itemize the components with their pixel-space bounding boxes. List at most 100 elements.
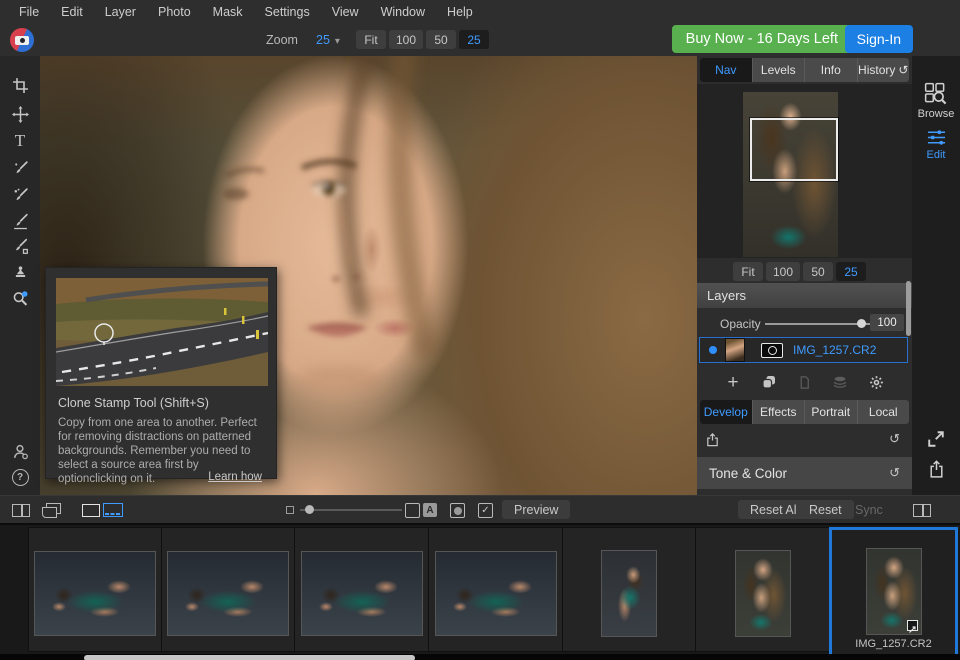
- erase-brush-icon[interactable]: [0, 233, 40, 259]
- compare-split-view-icon[interactable]: [12, 504, 30, 517]
- buy-now-button[interactable]: Buy Now - 16 Days Left: [672, 25, 852, 53]
- thumb-size-slider-handle[interactable]: [305, 505, 314, 514]
- menu-photo[interactable]: Photo: [147, 5, 202, 19]
- filmstrip-thumb[interactable]: [866, 548, 922, 635]
- help-icon[interactable]: [0, 464, 40, 490]
- menu-edit[interactable]: Edit: [50, 5, 94, 19]
- stacked-view-icon[interactable]: [46, 503, 61, 514]
- zoom-50-button[interactable]: 50: [426, 30, 456, 49]
- edit-module-tabs: Develop Effects Portrait Local: [700, 400, 909, 424]
- filmstrip-view-icon[interactable]: [103, 503, 123, 517]
- merge-layers-button[interactable]: [830, 372, 850, 392]
- preview-button[interactable]: Preview: [502, 500, 570, 519]
- tab-develop[interactable]: Develop: [700, 400, 753, 424]
- opacity-slider-handle[interactable]: [857, 319, 866, 328]
- menu-mask[interactable]: Mask: [202, 5, 254, 19]
- zoom-fit-button[interactable]: Fit: [356, 30, 386, 49]
- duplicate-layer-button[interactable]: [759, 372, 779, 392]
- filmstrip-cell[interactable]: [28, 527, 162, 652]
- save-preset-icon[interactable]: [705, 432, 720, 453]
- zoom-dropdown-value: 25: [316, 33, 330, 47]
- dual-pane-icon[interactable]: [913, 504, 931, 517]
- background-plain-icon[interactable]: [405, 503, 420, 518]
- filmstrip-thumb[interactable]: [601, 550, 657, 637]
- menu-window[interactable]: Window: [370, 5, 436, 19]
- question-mark-glyph: [12, 469, 29, 486]
- filmstrip-thumb[interactable]: [435, 551, 557, 636]
- single-view-icon[interactable]: [82, 504, 100, 517]
- navigator-thumbnail[interactable]: [743, 92, 838, 257]
- tone-color-section-header[interactable]: Tone & Color: [697, 457, 912, 489]
- expand-icon: [927, 430, 945, 448]
- masking-brush-icon[interactable]: [0, 182, 40, 208]
- layers-section-header[interactable]: Layers: [697, 283, 912, 308]
- soft-proof-icon[interactable]: [450, 503, 465, 518]
- navigator-view-rectangle[interactable]: [750, 118, 838, 181]
- develop-quick-row: [697, 427, 912, 455]
- filmstrip-cell[interactable]: [161, 527, 295, 652]
- filmstrip-cell-selected[interactable]: IMG_1257.CR2: [829, 527, 958, 658]
- move-tool-icon[interactable]: [0, 101, 40, 127]
- learn-how-link[interactable]: Learn how: [208, 471, 262, 483]
- filmstrip-cell[interactable]: [695, 527, 830, 652]
- menu-layer[interactable]: Layer: [94, 5, 147, 19]
- zoom-25-button[interactable]: 25: [459, 30, 489, 49]
- develop-reset-icon[interactable]: [889, 431, 900, 447]
- nav-zoom-25-button[interactable]: 25: [836, 262, 866, 281]
- filmstrip-thumb[interactable]: [301, 551, 423, 636]
- thumb-size-slider-track[interactable]: [300, 509, 402, 511]
- filmstrip-thumb[interactable]: [167, 551, 289, 636]
- clone-stamp-icon[interactable]: [0, 259, 40, 285]
- menu-help[interactable]: Help: [436, 5, 484, 19]
- show-labels-icon[interactable]: [423, 503, 437, 517]
- sync-button[interactable]: Sync: [843, 500, 895, 519]
- zoom-view-tool-icon[interactable]: [0, 285, 40, 311]
- tab-info[interactable]: Info: [805, 58, 858, 82]
- tab-effects[interactable]: Effects: [753, 400, 806, 424]
- filmstrip-cell[interactable]: [294, 527, 429, 652]
- export-share-button[interactable]: [912, 460, 960, 479]
- zoom-100-button[interactable]: 100: [389, 30, 423, 49]
- browse-icon: [924, 82, 948, 106]
- nav-zoom-fit-button[interactable]: Fit: [733, 262, 763, 281]
- app-window: File Edit Layer Photo Mask Settings View…: [0, 0, 960, 660]
- opacity-value[interactable]: 100: [870, 314, 904, 331]
- tab-local[interactable]: Local: [858, 400, 910, 424]
- filmstrip-thumb[interactable]: [34, 551, 156, 636]
- filmstrip-cell[interactable]: [562, 527, 696, 652]
- add-layer-button[interactable]: [723, 372, 743, 392]
- expand-preview-button[interactable]: [912, 430, 960, 448]
- zoom-dropdown[interactable]: 25: [316, 33, 340, 47]
- menu-file[interactable]: File: [8, 5, 50, 19]
- tab-history[interactable]: History: [858, 58, 910, 82]
- refine-brush-icon[interactable]: [0, 208, 40, 234]
- tab-portrait[interactable]: Portrait: [805, 400, 858, 424]
- edit-module-button[interactable]: Edit: [912, 128, 960, 161]
- tab-nav[interactable]: Nav: [700, 58, 753, 82]
- menu-settings[interactable]: Settings: [254, 5, 321, 19]
- layer-thumbnail: [725, 338, 745, 362]
- filmstrip-scrollbar[interactable]: [84, 655, 415, 660]
- menu-bar: File Edit Layer Photo Mask Settings View…: [0, 0, 960, 24]
- filmstrip-thumb[interactable]: [735, 550, 791, 637]
- nav-zoom-100-button[interactable]: 100: [766, 262, 800, 281]
- filmstrip-cell[interactable]: [428, 527, 563, 652]
- sign-in-button[interactable]: Sign-In: [845, 25, 913, 53]
- account-icon[interactable]: [0, 438, 40, 464]
- tab-levels[interactable]: Levels: [753, 58, 806, 82]
- layer-settings-gear-icon[interactable]: [866, 372, 886, 392]
- layer-mask-icon[interactable]: [761, 343, 783, 358]
- layer-row[interactable]: IMG_1257.CR2: [699, 337, 908, 363]
- zoom-label: Zoom: [266, 33, 298, 47]
- tooltip-title: Clone Stamp Tool (Shift+S): [58, 396, 209, 410]
- crop-tool-icon[interactable]: [0, 72, 40, 98]
- layer-visibility-dot[interactable]: [709, 346, 717, 354]
- browse-module-button[interactable]: Browse: [912, 82, 960, 120]
- delete-layer-button[interactable]: [795, 372, 815, 392]
- nav-zoom-50-button[interactable]: 50: [803, 262, 833, 281]
- text-tool-icon[interactable]: [0, 128, 40, 154]
- adjustment-brush-icon[interactable]: [0, 155, 40, 181]
- tone-color-reset-icon[interactable]: [889, 465, 900, 481]
- menu-view[interactable]: View: [321, 5, 370, 19]
- show-overlay-checkbox[interactable]: [478, 503, 493, 518]
